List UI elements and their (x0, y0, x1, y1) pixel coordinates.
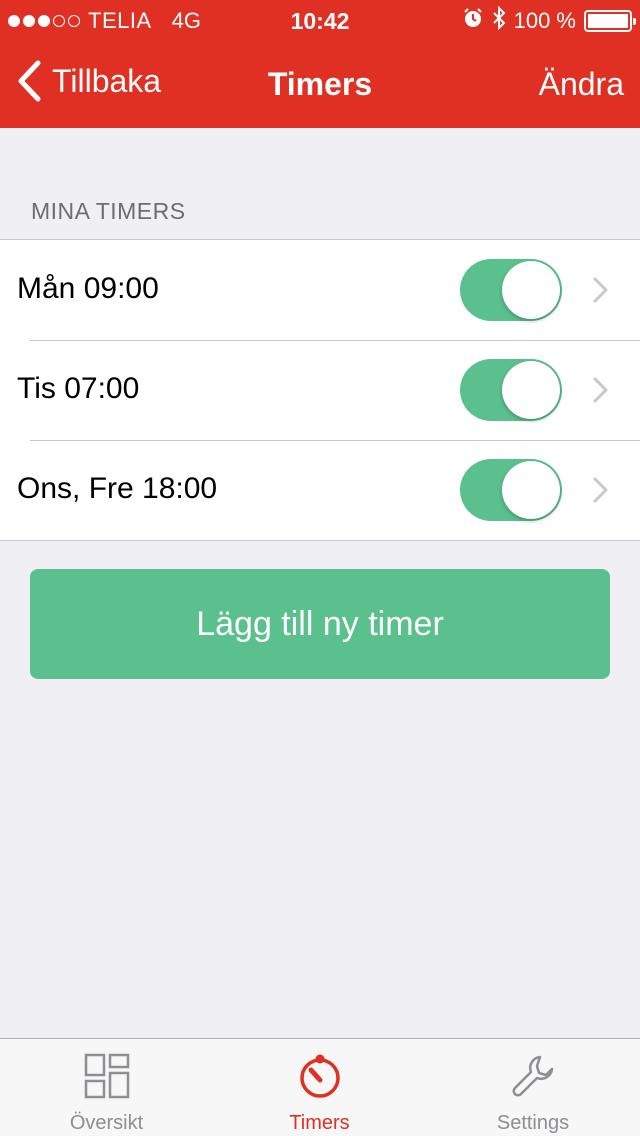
timer-toggle[interactable] (460, 259, 562, 321)
timer-label: Mån 09:00 (17, 272, 159, 305)
timer-toggle[interactable] (460, 459, 562, 521)
tab-overview[interactable]: Översikt (0, 1039, 213, 1136)
chevron-right-icon (593, 377, 608, 403)
timer-icon (299, 1054, 340, 1098)
tab-bar: Översikt Timers Settings (0, 1038, 640, 1136)
app-header: TELIA 4G 10:42 100 % Tillbaka Timers Änd… (0, 0, 640, 128)
edit-button[interactable]: Ändra (539, 66, 624, 103)
battery-icon (584, 10, 636, 32)
status-bar: TELIA 4G 10:42 100 % (0, 0, 640, 40)
timer-list: Mån 09:00 Tis 07:00 Ons, Fre 18:00 (0, 239, 640, 541)
tab-timers[interactable]: Timers (213, 1039, 426, 1136)
grid-icon (84, 1053, 129, 1099)
tab-label: Timers (289, 1112, 350, 1134)
bluetooth-icon (492, 5, 506, 36)
timer-label: Tis 07:00 (17, 372, 140, 405)
tab-settings[interactable]: Settings (426, 1039, 640, 1136)
wrench-icon (512, 1055, 554, 1097)
tab-label: Översikt (69, 1112, 144, 1134)
timer-toggle[interactable] (460, 359, 562, 421)
add-timer-button[interactable]: Lägg till ny timer (30, 569, 610, 679)
chevron-right-icon (593, 477, 608, 503)
timer-row[interactable]: Ons, Fre 18:00 (0, 440, 640, 540)
timer-row[interactable]: Tis 07:00 (0, 340, 640, 440)
status-right: 100 % (462, 5, 636, 36)
section-header: MINA TIMERS (31, 198, 186, 224)
battery-percentage: 100 % (513, 8, 576, 33)
timer-label: Ons, Fre 18:00 (17, 472, 218, 505)
chevron-right-icon (593, 277, 608, 303)
navigation-bar: Tillbaka Timers Ändra (0, 40, 640, 128)
tab-label: Settings (496, 1112, 570, 1134)
alarm-icon (462, 7, 484, 35)
timer-row[interactable]: Mån 09:00 (0, 240, 640, 340)
